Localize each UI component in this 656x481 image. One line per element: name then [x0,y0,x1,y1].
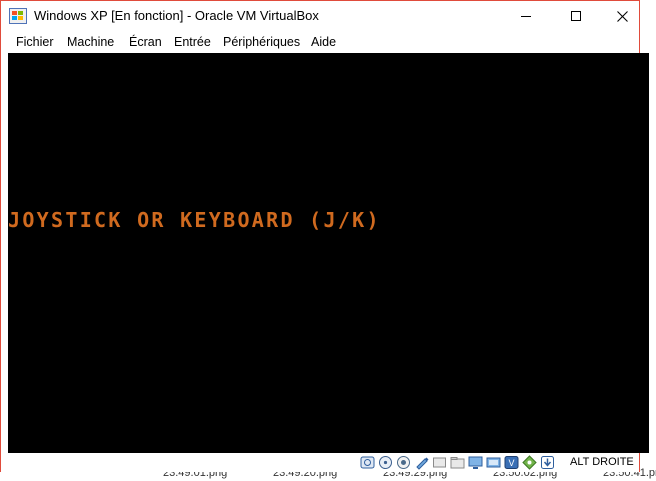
hard-disk-icon[interactable] [360,455,375,470]
optical-drive-icon[interactable] [378,455,393,470]
menu-machine[interactable]: Machine [67,35,114,49]
menu-aide[interactable]: Aide [311,35,336,49]
window-title: Windows XP [En fonction] - Oracle VM Vir… [34,8,319,23]
menu-fichier[interactable]: Fichier [16,35,54,49]
virtualbox-window: Windows XP [En fonction] - Oracle VM Vir… [0,0,649,472]
menu-ecran[interactable]: Écran [129,35,162,49]
host-key-label[interactable]: ALT DROITE [570,456,634,468]
title-bar[interactable]: Windows XP [En fonction] - Oracle VM Vir… [1,1,639,31]
close-button[interactable] [599,1,645,31]
close-icon [616,10,628,22]
shared-folders-icon[interactable] [450,455,465,470]
display-icon[interactable] [468,455,483,470]
usb-icon[interactable] [432,455,447,470]
status-bar: V ALT DROITE [1,453,639,472]
svg-text:V: V [508,458,514,468]
vm-prompt-text: JOYSTICK OR KEYBOARD (J/K) [8,208,381,232]
menu-bar: Fichier Machine Écran Entrée Périphériqu… [1,31,639,53]
maximize-icon [571,11,581,21]
keyboard-capture-icon[interactable] [540,455,555,470]
mouse-integration-icon[interactable] [522,455,537,470]
minimize-button[interactable] [503,1,549,31]
network-icon[interactable] [414,455,429,470]
menu-entree[interactable]: Entrée [174,35,211,49]
windows-xp-icon[interactable] [9,8,27,24]
audio-icon[interactable] [396,455,411,470]
menu-peripheriques[interactable]: Périphériques [223,35,300,49]
virtualization-icon[interactable]: V [504,455,519,470]
maximize-button[interactable] [553,1,599,31]
video-capture-icon[interactable] [486,455,501,470]
desktop: d 0 p d 0 p d 0 p d 0 p d 0 p • • 23.49.… [0,0,656,481]
vm-display[interactable]: JOYSTICK OR KEYBOARD (J/K) [8,53,649,453]
minimize-icon [521,16,531,17]
